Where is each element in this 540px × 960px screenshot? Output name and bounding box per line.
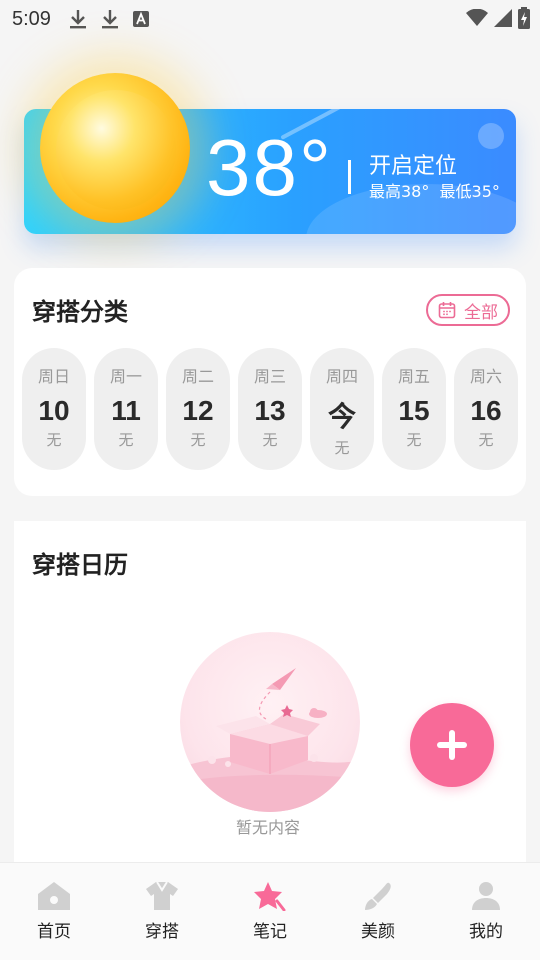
day-date: 10 — [38, 395, 70, 426]
low-temperature: 最低35° — [439, 182, 500, 201]
day-pill-wednesday[interactable]: 周三 13 无 — [238, 348, 302, 470]
section-title-calendar: 穿搭日历 — [32, 551, 128, 579]
outfit-category-card: 穿搭分类 全部 周日 10 无 周一 11 无 周二 12 无 周三 13 无 … — [14, 268, 526, 496]
day-weekday: 周六 — [469, 367, 502, 386]
day-weekday: 周一 — [109, 367, 142, 386]
wifi-icon — [466, 9, 488, 26]
all-button[interactable]: 全部 — [426, 294, 510, 326]
signal-icon — [494, 9, 512, 27]
nav-item-notes[interactable]: 笔记 — [216, 863, 324, 960]
nav-item-mine[interactable]: 我的 — [432, 863, 540, 960]
day-status: 无 — [406, 431, 422, 449]
day-weekday: 周日 — [37, 367, 70, 386]
day-weekday: 周五 — [397, 367, 430, 386]
nav-label: 穿搭 — [145, 922, 179, 942]
temperature-value: 38° — [206, 123, 333, 212]
day-status: 无 — [478, 431, 494, 449]
nav-label: 笔记 — [253, 922, 287, 942]
day-date: 11 — [111, 395, 141, 426]
text-badge-icon — [132, 11, 149, 27]
empty-state-illustration — [180, 632, 360, 812]
nav-label: 美颜 — [361, 922, 395, 942]
battery-icon — [518, 7, 530, 29]
day-date: 今 — [327, 401, 356, 432]
weather-divider — [348, 160, 351, 194]
day-weekday: 周四 — [325, 367, 358, 386]
day-date: 12 — [182, 395, 214, 426]
day-date: 16 — [470, 395, 502, 426]
calendar-icon — [438, 302, 456, 319]
nav-item-outfit[interactable]: 穿搭 — [108, 863, 216, 960]
day-status: 无 — [118, 431, 134, 449]
day-pill-tuesday[interactable]: 周二 12 无 — [166, 348, 230, 470]
home-icon — [38, 882, 70, 910]
high-temperature: 最高38° — [369, 182, 430, 201]
week-day-list: 周日 10 无 周一 11 无 周二 12 无 周三 13 无 周四 今 无 周… — [22, 348, 518, 470]
day-pill-saturday[interactable]: 周六 16 无 — [454, 348, 518, 470]
day-pill-friday[interactable]: 周五 15 无 — [382, 348, 446, 470]
day-date: 15 — [398, 395, 430, 426]
nav-item-home[interactable]: 首页 — [0, 863, 108, 960]
day-status: 无 — [190, 431, 206, 449]
nav-label: 首页 — [37, 922, 71, 942]
day-status: 无 — [334, 439, 350, 457]
day-status: 无 — [262, 431, 278, 449]
star-icon — [254, 882, 286, 911]
section-title-category: 穿搭分类 — [32, 298, 128, 326]
status-bar: 5:09 — [0, 0, 540, 38]
empty-state-text: 暂无内容 — [236, 818, 301, 837]
sun-core-icon — [56, 90, 176, 210]
day-weekday: 周三 — [253, 367, 286, 386]
plus-icon — [437, 730, 467, 760]
weather-bubble-decoration — [478, 123, 504, 149]
all-button-label: 全部 — [464, 302, 498, 323]
enable-location-button[interactable]: 开启定位 — [369, 148, 457, 180]
day-pill-monday[interactable]: 周一 11 无 — [94, 348, 158, 470]
user-icon — [472, 882, 500, 910]
add-button[interactable] — [410, 703, 494, 787]
shirt-icon — [146, 881, 178, 910]
download-icon — [101, 10, 118, 29]
temperature-range: 最高38° 最低35° — [369, 178, 500, 202]
day-weekday: 周二 — [181, 367, 214, 386]
day-status: 无 — [46, 431, 62, 449]
bottom-navigation: 首页 穿搭 笔记 美颜 我的 — [0, 862, 540, 960]
status-time: 5:09 — [12, 7, 51, 30]
day-pill-thursday[interactable]: 周四 今 无 — [310, 348, 374, 470]
nav-item-beauty[interactable]: 美颜 — [324, 863, 432, 960]
download-icon — [69, 10, 86, 29]
day-pill-sunday[interactable]: 周日 10 无 — [22, 348, 86, 470]
day-date: 13 — [254, 395, 286, 426]
brush-icon — [365, 882, 391, 910]
nav-label: 我的 — [469, 922, 503, 942]
